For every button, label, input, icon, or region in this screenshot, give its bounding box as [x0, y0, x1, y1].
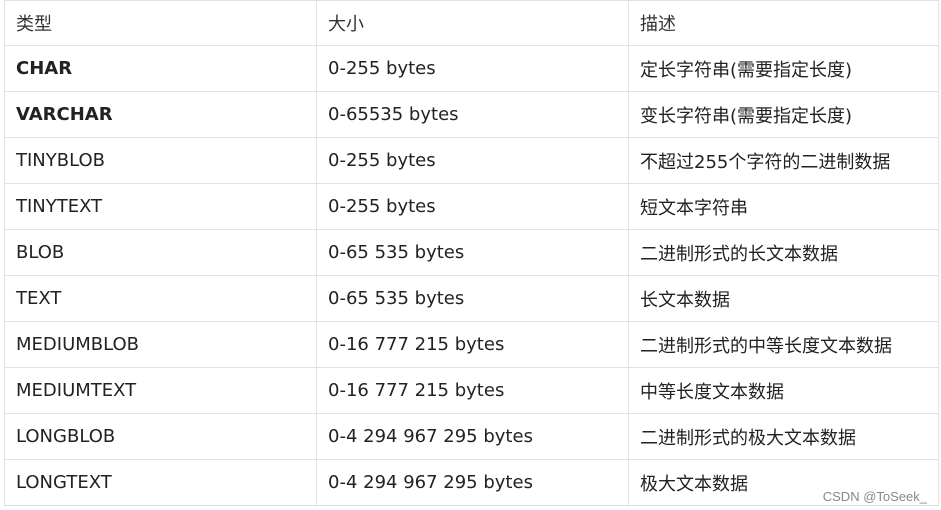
table-header: 类型 大小 描述	[4, 0, 939, 46]
cell-description: 定长字符串(需要指定长度)	[628, 45, 939, 92]
cell-description: 短文本字符串	[628, 183, 939, 230]
table-row: VARCHAR 0-65535 bytes 变长字符串(需要指定长度)	[4, 91, 939, 138]
cell-type: TINYBLOB	[4, 137, 317, 184]
header-row: 类型 大小 描述	[4, 0, 939, 46]
cell-size: 0-4 294 967 295 bytes	[316, 459, 629, 506]
cell-description: 不超过255个字符的二进制数据	[628, 137, 939, 184]
cell-size: 0-65 535 bytes	[316, 229, 629, 276]
cell-description: 变长字符串(需要指定长度)	[628, 91, 939, 138]
table-row: LONGBLOB 0-4 294 967 295 bytes 二进制形式的极大文…	[4, 413, 939, 460]
cell-description: 二进制形式的极大文本数据	[628, 413, 939, 460]
cell-size: 0-255 bytes	[316, 45, 629, 92]
cell-type: TINYTEXT	[4, 183, 317, 230]
cell-type: BLOB	[4, 229, 317, 276]
cell-type: MEDIUMTEXT	[4, 367, 317, 414]
cell-size: 0-16 777 215 bytes	[316, 321, 629, 368]
table-row: MEDIUMTEXT 0-16 777 215 bytes 中等长度文本数据	[4, 367, 939, 414]
cell-size: 0-255 bytes	[316, 137, 629, 184]
table-row: CHAR 0-255 bytes 定长字符串(需要指定长度)	[4, 45, 939, 92]
cell-size: 0-16 777 215 bytes	[316, 367, 629, 414]
cell-size: 0-4 294 967 295 bytes	[316, 413, 629, 460]
table-row: TEXT 0-65 535 bytes 长文本数据	[4, 275, 939, 322]
cell-type: CHAR	[4, 45, 317, 92]
table-row: LONGTEXT 0-4 294 967 295 bytes 极大文本数据	[4, 459, 939, 506]
table-row: TINYTEXT 0-255 bytes 短文本字符串	[4, 183, 939, 230]
header-size: 大小	[316, 0, 629, 46]
cell-size: 0-255 bytes	[316, 183, 629, 230]
cell-type: TEXT	[4, 275, 317, 322]
cell-type: LONGBLOB	[4, 413, 317, 460]
header-description: 描述	[628, 0, 939, 46]
cell-description: 二进制形式的中等长度文本数据	[628, 321, 939, 368]
table-row: TINYBLOB 0-255 bytes 不超过255个字符的二进制数据	[4, 137, 939, 184]
cell-type: VARCHAR	[4, 91, 317, 138]
table-row: BLOB 0-65 535 bytes 二进制形式的长文本数据	[4, 229, 939, 276]
mysql-string-types-table: 类型 大小 描述 CHAR 0-255 bytes 定长字符串(需要指定长度) …	[4, 0, 939, 506]
cell-type: MEDIUMBLOB	[4, 321, 317, 368]
cell-size: 0-65 535 bytes	[316, 275, 629, 322]
table-body: CHAR 0-255 bytes 定长字符串(需要指定长度) VARCHAR 0…	[4, 45, 939, 506]
header-type: 类型	[4, 0, 317, 46]
cell-description: 中等长度文本数据	[628, 367, 939, 414]
cell-type: LONGTEXT	[4, 459, 317, 506]
watermark: CSDN @ToSeek_	[822, 489, 927, 504]
cell-description: 长文本数据	[628, 275, 939, 322]
table-row: MEDIUMBLOB 0-16 777 215 bytes 二进制形式的中等长度…	[4, 321, 939, 368]
cell-description: 二进制形式的长文本数据	[628, 229, 939, 276]
cell-size: 0-65535 bytes	[316, 91, 629, 138]
